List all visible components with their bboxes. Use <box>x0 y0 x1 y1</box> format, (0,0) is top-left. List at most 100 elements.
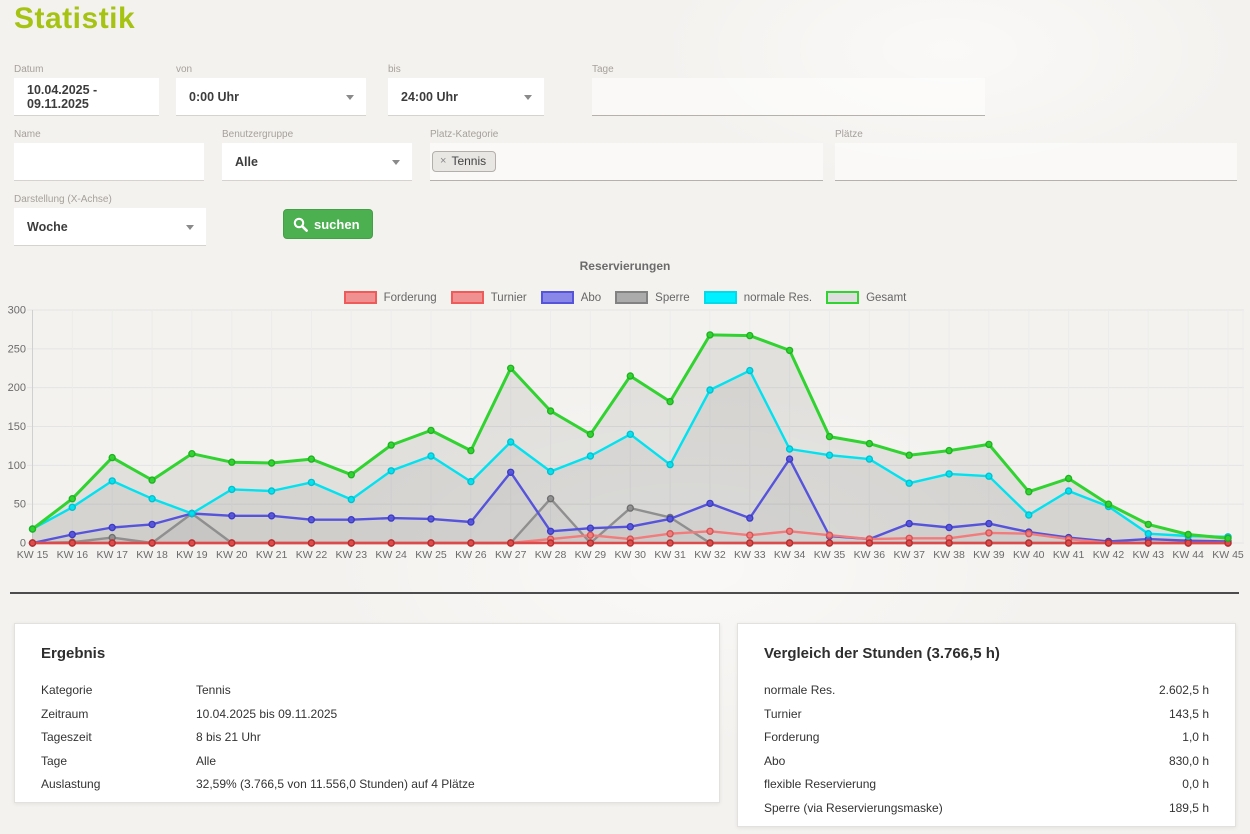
data-point[interactable] <box>1106 540 1112 546</box>
data-point[interactable] <box>468 540 474 546</box>
data-point[interactable] <box>229 513 235 519</box>
data-point[interactable] <box>667 516 673 522</box>
data-point[interactable] <box>587 532 593 538</box>
data-point[interactable] <box>946 471 952 477</box>
data-point[interactable] <box>747 368 753 374</box>
data-point[interactable] <box>428 540 434 546</box>
data-point[interactable] <box>1066 476 1072 482</box>
data-point[interactable] <box>69 504 75 510</box>
data-point[interactable] <box>548 540 554 546</box>
data-point[interactable] <box>468 448 474 454</box>
plaetze-input[interactable] <box>837 154 1235 170</box>
data-point[interactable] <box>189 511 195 517</box>
data-point[interactable] <box>1145 531 1151 537</box>
data-point[interactable] <box>667 531 673 537</box>
data-point[interactable] <box>1145 521 1151 527</box>
platz-kategorie-field[interactable]: × Tennis <box>430 143 823 181</box>
data-point[interactable] <box>986 530 992 536</box>
data-point[interactable] <box>787 528 793 534</box>
data-point[interactable] <box>787 446 793 452</box>
remove-tag-icon[interactable]: × <box>440 154 446 168</box>
data-point[interactable] <box>707 500 713 506</box>
data-point[interactable] <box>548 469 554 475</box>
data-point[interactable] <box>388 540 394 546</box>
data-point[interactable] <box>866 441 872 447</box>
data-point[interactable] <box>348 472 354 478</box>
data-point[interactable] <box>149 521 155 527</box>
data-point[interactable] <box>627 540 633 546</box>
data-point[interactable] <box>747 540 753 546</box>
data-point[interactable] <box>587 453 593 459</box>
data-point[interactable] <box>388 468 394 474</box>
data-point[interactable] <box>707 387 713 393</box>
data-point[interactable] <box>149 496 155 502</box>
data-point[interactable] <box>906 540 912 546</box>
data-point[interactable] <box>1026 512 1032 518</box>
data-point[interactable] <box>667 540 673 546</box>
data-point[interactable] <box>508 469 514 475</box>
data-point[interactable] <box>747 333 753 339</box>
data-point[interactable] <box>827 434 833 440</box>
data-point[interactable] <box>548 408 554 414</box>
data-point[interactable] <box>787 540 793 546</box>
data-point[interactable] <box>627 505 633 511</box>
data-point[interactable] <box>468 479 474 485</box>
data-point[interactable] <box>587 525 593 531</box>
data-point[interactable] <box>1185 532 1191 538</box>
data-point[interactable] <box>269 540 275 546</box>
data-point[interactable] <box>866 540 872 546</box>
data-point[interactable] <box>428 453 434 459</box>
reservations-chart[interactable]: 050100150200250300KW 15KW 16KW 17KW 18KW… <box>0 302 1250 570</box>
data-point[interactable] <box>986 521 992 527</box>
search-button[interactable]: suchen <box>283 209 373 239</box>
data-point[interactable] <box>587 540 593 546</box>
tage-input[interactable] <box>594 89 983 105</box>
data-point[interactable] <box>986 540 992 546</box>
data-point[interactable] <box>827 452 833 458</box>
data-point[interactable] <box>69 496 75 502</box>
data-point[interactable] <box>627 431 633 437</box>
data-point[interactable] <box>229 540 235 546</box>
data-point[interactable] <box>548 528 554 534</box>
name-input[interactable] <box>27 155 191 169</box>
data-point[interactable] <box>667 399 673 405</box>
data-point[interactable] <box>906 452 912 458</box>
data-point[interactable] <box>109 525 115 531</box>
data-point[interactable] <box>667 462 673 468</box>
data-point[interactable] <box>30 526 36 532</box>
tag-tennis[interactable]: × Tennis <box>432 151 496 172</box>
data-point[interactable] <box>348 540 354 546</box>
data-point[interactable] <box>548 496 554 502</box>
data-point[interactable] <box>986 441 992 447</box>
data-point[interactable] <box>388 515 394 521</box>
data-point[interactable] <box>269 513 275 519</box>
data-point[interactable] <box>428 427 434 433</box>
data-point[interactable] <box>1066 540 1072 546</box>
data-point[interactable] <box>109 540 115 546</box>
data-point[interactable] <box>787 456 793 462</box>
data-point[interactable] <box>30 540 36 546</box>
data-point[interactable] <box>866 456 872 462</box>
data-point[interactable] <box>1145 540 1151 546</box>
data-point[interactable] <box>906 521 912 527</box>
data-point[interactable] <box>428 516 434 522</box>
darstellung-select[interactable]: Woche <box>14 208 206 246</box>
data-point[interactable] <box>946 525 952 531</box>
data-point[interactable] <box>508 439 514 445</box>
data-point[interactable] <box>707 528 713 534</box>
data-point[interactable] <box>747 515 753 521</box>
data-point[interactable] <box>627 524 633 530</box>
data-point[interactable] <box>508 540 514 546</box>
data-point[interactable] <box>787 347 793 353</box>
data-point[interactable] <box>946 448 952 454</box>
data-point[interactable] <box>707 540 713 546</box>
data-point[interactable] <box>69 532 75 538</box>
data-point[interactable] <box>308 456 314 462</box>
data-point[interactable] <box>229 486 235 492</box>
data-point[interactable] <box>946 540 952 546</box>
data-point[interactable] <box>1106 501 1112 507</box>
data-point[interactable] <box>149 540 155 546</box>
data-point[interactable] <box>69 540 75 546</box>
data-point[interactable] <box>468 519 474 525</box>
data-point[interactable] <box>229 459 235 465</box>
